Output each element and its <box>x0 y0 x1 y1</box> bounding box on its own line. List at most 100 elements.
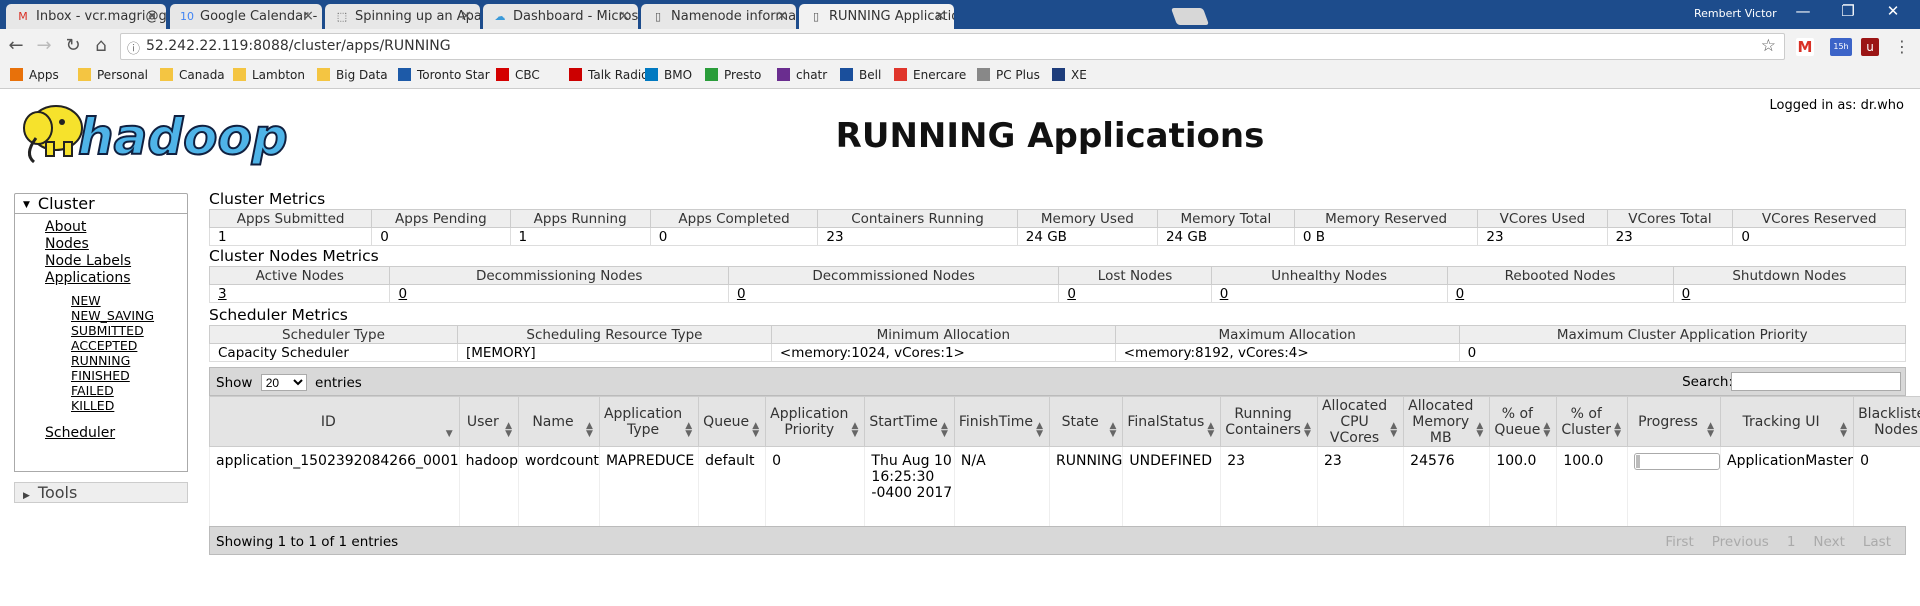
cell-name: wordcount <box>518 446 600 526</box>
sidebar-link-node-labels[interactable]: Node Labels <box>45 253 187 270</box>
sortable-column-header[interactable]: Queue ▲ ▼ <box>698 396 767 447</box>
sortable-column-header[interactable]: Allocated CPU VCores ▲ ▼ <box>1316 396 1405 447</box>
bookmark-item[interactable]: Talk Radio <box>569 68 649 82</box>
sortable-column-header[interactable]: ID ▼ <box>209 396 460 447</box>
sidebar-link-applications[interactable]: Applications <box>45 270 187 287</box>
folder-icon <box>317 68 330 81</box>
app-state-finished[interactable]: FINISHED <box>45 368 187 383</box>
pager-previous[interactable]: Previous <box>1712 534 1769 550</box>
sortable-column-header[interactable]: Name ▲ ▼ <box>518 396 600 447</box>
bookmark-item[interactable]: chatr <box>777 68 827 82</box>
bookmark-item[interactable]: BMO <box>645 68 692 82</box>
metric-link[interactable]: 0 <box>1682 286 1691 302</box>
metric-link[interactable]: 0 <box>398 286 407 302</box>
tracking-ui-link[interactable]: ApplicationMaster <box>1727 453 1853 469</box>
app-state-failed[interactable]: FAILED <box>45 383 187 398</box>
sortable-column-header[interactable]: % of Cluster ▲ ▼ <box>1556 396 1629 447</box>
new-tab-button[interactable] <box>1170 8 1210 25</box>
sidebar-link-scheduler[interactable]: Scheduler <box>45 425 187 442</box>
sortable-column-header[interactable]: Allocated Memory MB ▲ ▼ <box>1403 396 1491 447</box>
sortable-column-header[interactable]: Application Type ▲ ▼ <box>598 396 700 447</box>
browser-tab[interactable]: ▯RUNNING Applications× <box>799 4 954 29</box>
sortable-column-header[interactable]: State ▲ ▼ <box>1048 396 1124 447</box>
browser-tab[interactable]: ⬚Spinning up an Apache S× <box>325 4 480 29</box>
metric-link[interactable]: 0 <box>1067 286 1076 302</box>
cell-running-containers: 23 <box>1220 446 1318 526</box>
tab-close-icon[interactable]: × <box>146 8 158 24</box>
bookmark-item[interactable]: Personal <box>78 68 148 82</box>
cluster-section-header[interactable]: ▼ Cluster <box>14 193 188 214</box>
sortable-column-header[interactable]: Tracking UI ▲ ▼ <box>1720 396 1855 447</box>
pager-next[interactable]: Next <box>1813 534 1844 550</box>
bookmark-item[interactable]: PC Plus <box>977 68 1040 82</box>
column-header: Lost Nodes <box>1058 266 1212 285</box>
sortable-column-header[interactable]: Application Priority ▲ ▼ <box>765 396 866 447</box>
metric-link[interactable]: 0 <box>1220 286 1229 302</box>
search-input[interactable] <box>1731 372 1901 391</box>
calendar-extension-icon[interactable]: 15h <box>1830 38 1852 56</box>
tab-close-icon[interactable]: × <box>460 8 472 24</box>
pager-page-1[interactable]: 1 <box>1787 534 1796 550</box>
bookmark-item[interactable]: Bell <box>840 68 881 82</box>
address-bar[interactable]: ⓘ 52.242.22.119:8088/cluster/apps/RUNNIN… <box>120 33 1785 60</box>
pager-last[interactable]: Last <box>1863 534 1891 550</box>
bookmark-item[interactable]: Presto <box>705 68 761 82</box>
sidebar-link-nodes[interactable]: Nodes <box>45 236 187 253</box>
reload-icon[interactable]: ↻ <box>61 35 85 56</box>
close-window-icon[interactable]: ✕ <box>1873 2 1913 20</box>
app-state-new[interactable]: NEW <box>45 293 187 308</box>
metric-value: 1 <box>509 227 651 246</box>
browser-tab[interactable]: ▯Namenode information× <box>641 4 796 29</box>
app-state-running[interactable]: RUNNING <box>45 353 187 368</box>
app-state-accepted[interactable]: ACCEPTED <box>45 338 187 353</box>
app-state-killed[interactable]: KILLED <box>45 398 187 413</box>
bookmark-item[interactable]: Enercare <box>894 68 966 82</box>
header-label: Name <box>532 413 574 430</box>
browser-tab[interactable]: 10Google Calendar - Month× <box>170 4 322 29</box>
metric-link[interactable]: 3 <box>218 286 227 302</box>
bookmark-item[interactable]: Big Data <box>317 68 388 82</box>
sortable-column-header[interactable]: Running Containers ▲ ▼ <box>1220 396 1318 447</box>
app-state-submitted[interactable]: SUBMITTED <box>45 323 187 338</box>
metric-link[interactable]: 0 <box>737 286 746 302</box>
sortable-column-header[interactable]: Progress ▲ ▼ <box>1627 396 1722 447</box>
sortable-column-header[interactable]: Blacklisted Nodes▲▼ <box>1853 396 1920 447</box>
sortable-column-header[interactable]: User ▲ ▼ <box>458 396 520 447</box>
info-icon[interactable]: ⓘ <box>127 38 140 57</box>
application-id-link[interactable]: application_1502392084266_0001 <box>216 453 459 469</box>
metric-link[interactable]: 0 <box>1456 286 1465 302</box>
sortable-column-header[interactable]: % of Queue ▲ ▼ <box>1489 396 1558 447</box>
home-icon[interactable]: ⌂ <box>89 35 113 56</box>
tab-close-icon[interactable]: × <box>934 8 946 24</box>
pager-first[interactable]: First <box>1665 534 1693 550</box>
bookmark-item[interactable]: Lambton <box>233 68 305 82</box>
sortable-column-header[interactable]: FinalStatus ▲ ▼ <box>1122 396 1222 447</box>
sidebar-link-about[interactable]: About <box>45 219 187 236</box>
tools-section-header[interactable]: ▶ Tools <box>14 482 188 503</box>
ublock-icon[interactable]: u <box>1861 38 1879 56</box>
metric-value: 24 GB <box>1016 227 1158 246</box>
tab-close-icon[interactable]: × <box>776 8 788 24</box>
browser-tab[interactable]: MInbox - vcr.magri@gmail× <box>6 4 166 29</box>
sortable-column-header[interactable]: StartTime ▲ ▼ <box>864 396 955 447</box>
sortable-column-header[interactable]: FinishTime ▲ ▼ <box>953 396 1051 447</box>
radio-icon <box>569 68 582 81</box>
bookmark-item[interactable]: Toronto Star <box>398 68 490 82</box>
gmail-extension-icon[interactable]: M <box>1796 38 1814 56</box>
tab-close-icon[interactable]: × <box>302 8 314 24</box>
bookmark-item[interactable]: XE <box>1052 68 1087 82</box>
restore-icon[interactable]: ❐ <box>1828 2 1868 20</box>
app-state-new-saving[interactable]: NEW_SAVING <box>45 308 187 323</box>
minimize-icon[interactable]: — <box>1783 2 1823 20</box>
back-arrow-icon[interactable]: ← <box>4 35 28 56</box>
bookmark-item[interactable]: Canada <box>160 68 225 82</box>
forward-arrow-icon[interactable]: → <box>32 35 56 56</box>
profile-name[interactable]: Rembert Victor <box>1694 7 1777 20</box>
bookmark-item[interactable]: CBC <box>496 68 540 82</box>
menu-icon[interactable]: ⋮ <box>1893 38 1911 56</box>
browser-tab[interactable]: ☁Dashboard - Microsoft A× <box>483 4 638 29</box>
bookmark-item[interactable]: Apps <box>10 68 59 82</box>
tab-close-icon[interactable]: × <box>618 8 630 24</box>
bookmark-star-icon[interactable]: ☆ <box>1761 36 1776 56</box>
entries-select[interactable]: 20 <box>260 374 307 391</box>
